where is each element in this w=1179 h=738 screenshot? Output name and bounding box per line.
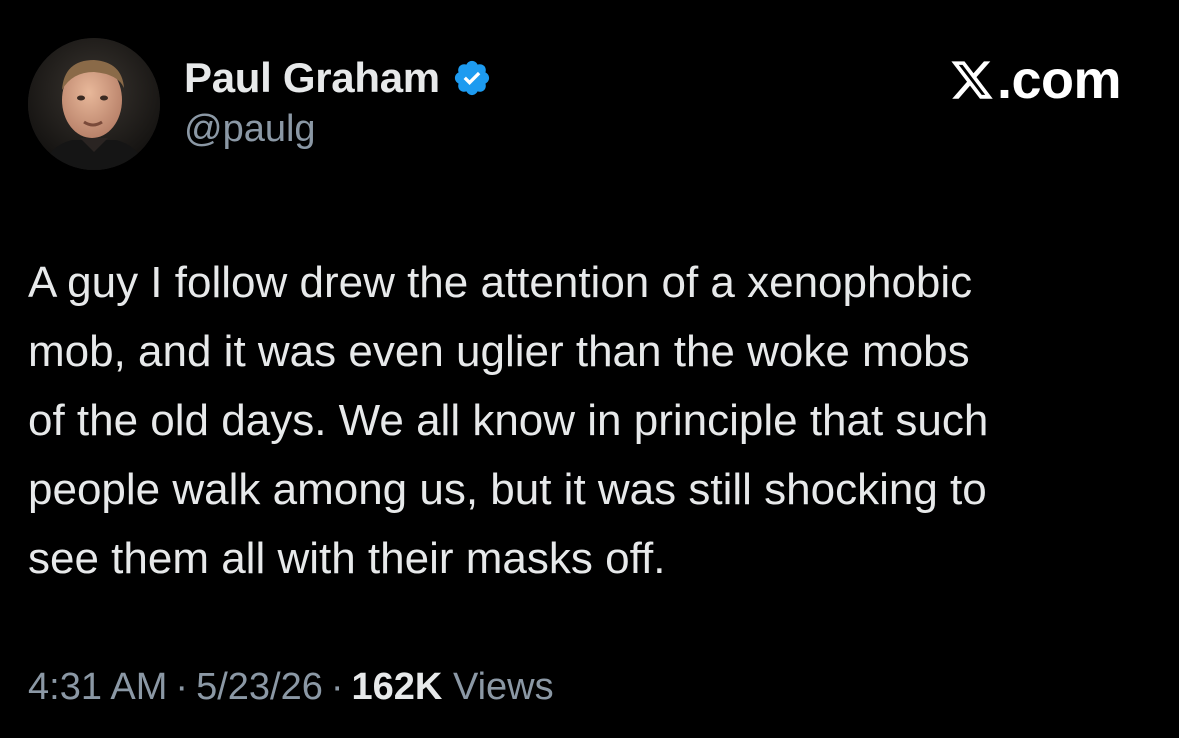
author-block: Paul Graham @paulg xyxy=(184,52,492,151)
tweet-text: A guy I follow drew the attention of a x… xyxy=(28,248,1158,593)
author-display-name[interactable]: Paul Graham xyxy=(184,54,440,102)
tweet-text-line: see them all with their masks off. xyxy=(28,534,666,583)
meta-separator: · xyxy=(175,666,189,708)
tweet-meta: 4:31 AM · 5/23/26 · 162K Views xyxy=(28,666,554,709)
author-handle[interactable]: @paulg xyxy=(184,108,492,151)
tweet-time[interactable]: 4:31 AM xyxy=(28,666,167,708)
brand-label: .com xyxy=(996,50,1122,110)
tweet-text-line: mob, and it was even uglier than the wok… xyxy=(28,327,970,376)
name-row: Paul Graham xyxy=(184,52,492,104)
views-label: Views xyxy=(452,666,554,708)
tweet-text-line: A guy I follow drew the attention of a x… xyxy=(28,258,973,307)
tweet-card: Paul Graham @paulg .com A guy I follow d… xyxy=(0,0,1179,738)
verified-badge-icon xyxy=(452,58,492,98)
avatar-image xyxy=(28,38,160,170)
tweet-date[interactable]: 5/23/26 xyxy=(196,666,323,708)
x-logo-icon xyxy=(949,56,995,104)
tweet-text-line: people walk among us, but it was still s… xyxy=(28,465,987,514)
avatar[interactable] xyxy=(28,38,160,170)
brand-watermark: .com xyxy=(949,50,1122,110)
tweet-text-line: of the old days. We all know in principl… xyxy=(28,396,989,445)
views-count: 162K xyxy=(351,666,443,708)
meta-separator: · xyxy=(330,666,344,708)
